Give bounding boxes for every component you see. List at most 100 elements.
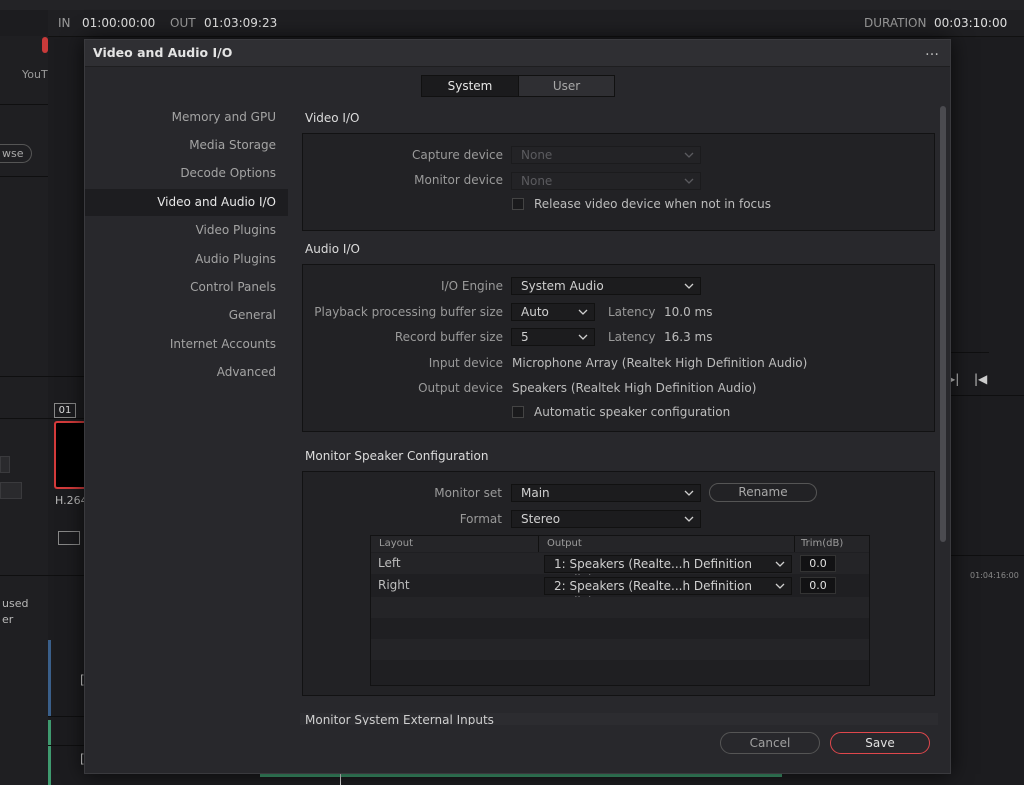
ruler [949, 352, 989, 353]
out-label: OUT [170, 16, 196, 30]
nav-advanced[interactable]: Advanced [85, 359, 288, 386]
chevron-down-icon [684, 283, 694, 289]
timeline-timecode: 01:04:16:00 [970, 571, 1019, 580]
audio-io-section-title: Audio I/O [305, 242, 360, 256]
next-section-title: Monitor System External Inputs [305, 713, 494, 725]
field[interactable] [0, 456, 10, 473]
chevron-down-icon [775, 583, 785, 589]
timeline-view-icon[interactable] [58, 531, 80, 545]
output-select[interactable]: 2: Speakers (Realte...h Definition Audio… [544, 577, 792, 609]
trim-input[interactable]: 0.0 [800, 555, 836, 572]
side-text: used [2, 597, 29, 610]
nav-internet-accounts[interactable]: Internet Accounts [85, 331, 288, 358]
monitor-set-label: Monitor set [434, 486, 502, 500]
clip-codec-label: H.264 [55, 494, 88, 507]
browse-button[interactable]: wse [0, 144, 32, 163]
nav-video-plugins[interactable]: Video Plugins [85, 217, 288, 244]
divider [949, 555, 1024, 556]
output-device-label: Output device [418, 381, 503, 395]
record-buffer-label: Record buffer size [394, 330, 503, 344]
audio-track-marker [48, 720, 51, 785]
cancel-button[interactable]: Cancel [720, 732, 820, 754]
nav-decode-options[interactable]: Decode Options [85, 160, 288, 187]
skip-to-start-icon[interactable]: |◀ [974, 372, 987, 386]
monitor-device-label: Monitor device [414, 173, 503, 187]
dialog-title: Video and Audio I/O [93, 45, 233, 60]
next-section-header: Monitor System External Inputs [300, 713, 938, 725]
youtube-label: YouT [22, 68, 48, 81]
divider [0, 376, 84, 377]
preferences-dialog: Video and Audio I/O … System User Memory… [84, 39, 951, 774]
top-bar [0, 0, 1024, 10]
layout-cell: Right [378, 578, 410, 592]
nav-control-panels[interactable]: Control Panels [85, 274, 288, 301]
save-button[interactable]: Save [830, 732, 930, 754]
chevron-down-icon [684, 178, 694, 184]
output-device-value: Speakers (Realtek High Definition Audio) [512, 381, 757, 395]
playback-buffer-select[interactable]: Auto [511, 303, 595, 321]
nav-media-storage[interactable]: Media Storage [85, 132, 288, 159]
in-timecode: 01:00:00:00 [82, 16, 156, 30]
format-select[interactable]: Stereo [511, 510, 701, 528]
timecode-strip: IN 01:00:00:00 OUT 01:03:09:23 DURATION … [48, 10, 1024, 37]
audio-io-panel: I/O Engine System Audio Playback process… [302, 264, 935, 432]
divider [48, 745, 84, 746]
record-buffer-select[interactable]: 5 [511, 328, 595, 346]
tab-user[interactable]: User [518, 75, 615, 97]
io-engine-label: I/O Engine [441, 279, 503, 293]
speaker-layout-table: Layout Output Trim(dB) Left 1: Speakers … [370, 535, 870, 686]
playback-latency-label: Latency [608, 305, 656, 319]
out-timecode: 01:03:09:23 [204, 16, 278, 30]
auto-speaker-label: Automatic speaker configuration [534, 405, 731, 419]
record-latency-value: 16.3 ms [664, 330, 713, 344]
chevron-down-icon [684, 490, 694, 496]
io-engine-select[interactable]: System Audio [511, 277, 701, 295]
monitor-speaker-section-title: Monitor Speaker Configuration [305, 449, 489, 463]
video-track-marker [48, 640, 51, 716]
capture-device-label: Capture device [412, 148, 503, 162]
trim-input[interactable]: 0.0 [800, 577, 836, 594]
tab-system[interactable]: System [421, 75, 519, 97]
divider [0, 176, 48, 177]
divider [48, 716, 84, 717]
nav-general[interactable]: General [85, 302, 288, 329]
record-indicator [42, 37, 48, 53]
capture-device-select[interactable]: None [511, 146, 701, 164]
table-row-empty [371, 639, 869, 660]
chevron-down-icon [578, 309, 588, 315]
field[interactable] [0, 482, 22, 499]
divider [0, 575, 84, 576]
video-io-section-title: Video I/O [305, 111, 360, 125]
layout-cell: Left [378, 556, 401, 570]
monitor-set-select[interactable]: Main [511, 484, 701, 502]
more-options-icon[interactable]: … [918, 44, 946, 62]
rename-button[interactable]: Rename [709, 483, 817, 502]
dialog-titlebar: Video and Audio I/O … [85, 40, 950, 67]
input-device-label: Input device [428, 356, 503, 370]
nav-memory-and-gpu[interactable]: Memory and GPU [85, 104, 288, 131]
table-row[interactable]: Left 1: Speakers (Realte...h Definition … [371, 553, 869, 587]
nav-video-and-audio-io[interactable]: Video and Audio I/O [85, 189, 288, 216]
duration-timecode: 00:03:10:00 [934, 16, 1008, 30]
output-select[interactable]: 1: Speakers (Realte...h Definition Audio… [544, 555, 792, 587]
column-header-trim: Trim(dB) [795, 536, 869, 552]
table-row[interactable]: Right 2: Speakers (Realte...h Definition… [371, 575, 869, 609]
format-label: Format [459, 512, 502, 526]
input-device-value: Microphone Array (Realtek High Definitio… [512, 356, 808, 370]
chevron-down-icon [775, 561, 785, 567]
release-device-checkbox[interactable] [512, 198, 524, 210]
nav-audio-plugins[interactable]: Audio Plugins [85, 246, 288, 273]
auto-speaker-checkbox[interactable] [512, 406, 524, 418]
clip-thumbnail[interactable] [54, 421, 84, 489]
table-row-empty [371, 597, 869, 618]
release-device-label: Release video device when not in focus [534, 197, 771, 211]
playback-latency-value: 10.0 ms [664, 305, 713, 319]
column-header-output: Output [539, 536, 795, 552]
divider [0, 104, 48, 105]
divider [0, 418, 84, 419]
track-number: 01 [54, 403, 76, 418]
chevron-down-icon [578, 334, 588, 340]
playback-buffer-label: Playback processing buffer size [314, 305, 503, 319]
monitor-device-select[interactable]: None [511, 172, 701, 190]
settings-scrollbar[interactable] [940, 106, 946, 542]
